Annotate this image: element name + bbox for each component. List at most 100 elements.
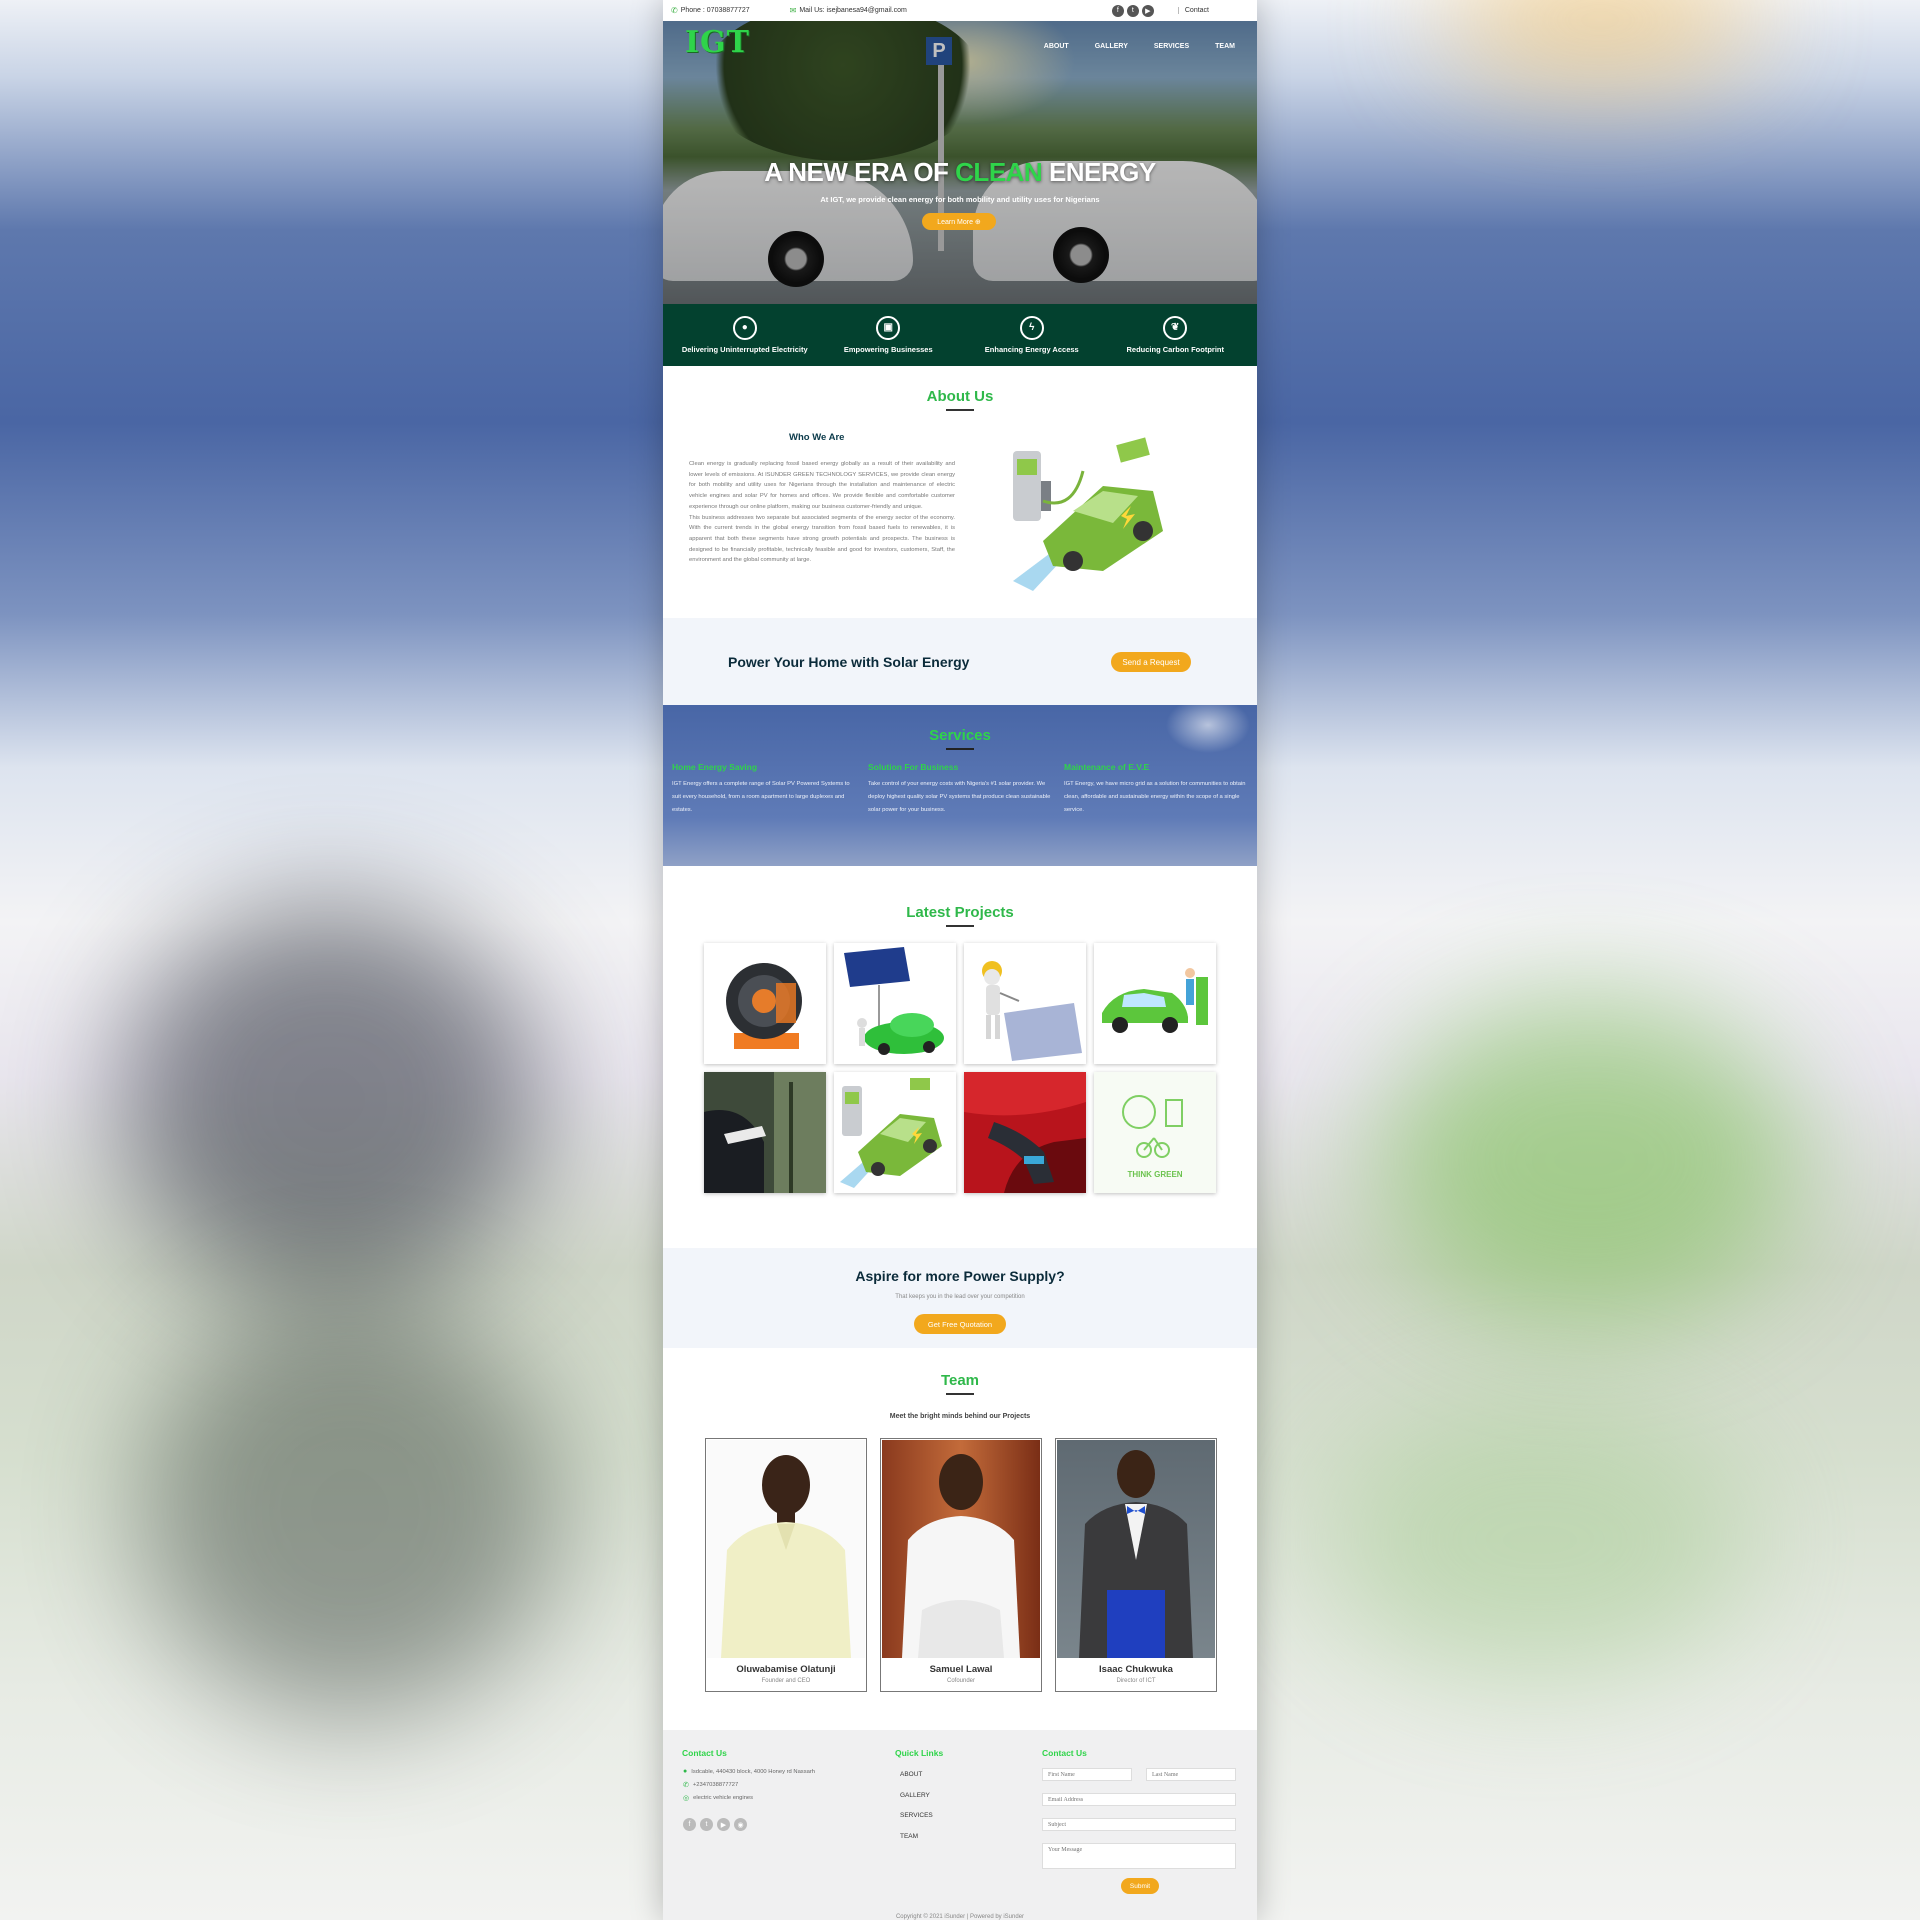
mail-info[interactable]: ✉ Mail Us: isejbanesa94@gmail.com (790, 6, 907, 15)
twitter-icon[interactable]: t (1126, 4, 1139, 17)
hero-title-part2: ENERGY (1042, 157, 1156, 187)
youtube-icon[interactable]: ▶ (717, 1818, 730, 1831)
services-section: Services Home Energy Saving IGT Energy o… (663, 705, 1257, 866)
feature-strip: ● Delivering Uninterrupted Electricity ▣… (663, 304, 1257, 366)
mail-text[interactable]: Mail Us: isejbanesa94@gmail.com (799, 7, 906, 14)
ev-charger-plug-image[interactable] (704, 1072, 826, 1193)
who-we-are-heading: Who We Are (789, 432, 845, 443)
solar-cta-title: Power Your Home with Solar Energy (728, 654, 970, 670)
service-text: Take control of your energy costs with N… (868, 781, 1051, 813)
team-member-photo (882, 1440, 1040, 1658)
footer-link-services[interactable]: SERVICES (900, 1812, 933, 1819)
about-text: Clean energy is gradually replacing foss… (689, 459, 955, 566)
feature-item: ▣ Empowering Businesses (823, 316, 953, 354)
feature-item: ● Delivering Uninterrupted Electricity (680, 316, 810, 354)
footer-phone: ✆ +2347038877727 (683, 1781, 738, 1789)
about-paragraph-1: Clean energy is gradually replacing foss… (689, 461, 955, 510)
contact-form-heading: Contact Us (1042, 1748, 1087, 1758)
background-blob (1330, 1400, 1750, 1680)
instagram-icon[interactable]: ◉ (734, 1818, 747, 1831)
get-free-quotation-button[interactable]: Get Free Quotation (914, 1314, 1006, 1334)
service-text: IGT Energy offers a complete range of So… (672, 781, 850, 813)
team-member-role: Founder and CEO (761, 1678, 811, 1684)
nav-gallery[interactable]: GALLERY (1095, 43, 1128, 50)
facebook-icon[interactable]: f (683, 1818, 696, 1831)
aspire-title: Aspire for more Power Supply? (855, 1268, 1065, 1284)
nav-team[interactable]: TEAM (1215, 43, 1235, 50)
service-item: Maintenance of E.V.E IGT Energy, we have… (1064, 762, 1248, 817)
service-text: IGT Energy, we have micro grid as a solu… (1064, 781, 1246, 813)
solar-cta-banner: Power Your Home with Solar Energy Send a… (663, 618, 1257, 705)
heading-underline (946, 748, 974, 750)
submit-button[interactable]: Submit (1121, 1878, 1159, 1894)
solar-installer-image[interactable] (964, 943, 1086, 1064)
ev-station-illustration[interactable] (834, 1072, 956, 1193)
team-member-photo (707, 1440, 865, 1658)
team-member-card[interactable]: Oluwabamise Olatunji Founder and CEO (705, 1438, 867, 1692)
top-contact-bar: ✆ Phone : 07038877727 ✉ Mail Us: isejban… (663, 0, 1257, 21)
team-member-name: Samuel Lawal (929, 1664, 993, 1675)
project-gallery: THINK GREEN (704, 943, 1216, 1193)
background-blob (120, 900, 540, 1300)
site-logo[interactable]: IGT (685, 25, 750, 60)
lightbulb-icon: ● (732, 316, 757, 340)
briefcase-icon: ▣ (876, 316, 901, 340)
feature-item: ❦ Reducing Carbon Footprint (1110, 316, 1240, 354)
footer-whatsapp: ◎ electric vehicle engines (683, 1794, 753, 1802)
nav-services[interactable]: SERVICES (1154, 43, 1189, 50)
green-car-charging-image[interactable] (1094, 943, 1216, 1064)
twitter-icon[interactable]: t (700, 1818, 713, 1831)
red-car-charging-image[interactable] (964, 1072, 1086, 1193)
about-heading: About Us (926, 388, 994, 405)
subject-input[interactable] (1042, 1818, 1236, 1831)
footer-link-gallery[interactable]: GALLERY (900, 1792, 930, 1799)
team-member-role: Director of ICT (1116, 1678, 1156, 1684)
phone-info: ✆ Phone : 07038877727 (671, 6, 750, 15)
feature-item: ϟ Enhancing Energy Access (967, 316, 1097, 354)
youtube-icon[interactable]: ▶ (1141, 4, 1154, 17)
leaf-icon: ❦ (1163, 316, 1188, 340)
footer-contact-heading: Contact Us (682, 1748, 727, 1758)
team-subtitle: Meet the bright minds behind our Project… (889, 1413, 1031, 1420)
message-textarea[interactable] (1042, 1843, 1236, 1869)
team-member-card[interactable]: Isaac Chukwuka Director of ICT (1055, 1438, 1217, 1692)
quick-links-heading: Quick Links (895, 1748, 944, 1758)
background-blob (140, 1300, 560, 1720)
think-green-image[interactable]: THINK GREEN (1094, 1072, 1216, 1193)
solar-panel-car-image[interactable] (834, 943, 956, 1064)
heading-underline (946, 409, 974, 411)
phone-icon: ✆ (683, 1782, 689, 1789)
top-contact-link[interactable]: Contact (1177, 7, 1209, 14)
background-blob (1380, 1000, 1800, 1320)
facebook-icon[interactable]: f (1111, 4, 1124, 17)
phone-text: Phone : 07038877727 (680, 7, 750, 14)
ev-charging-illustration (1013, 437, 1163, 591)
ev-motor-image[interactable] (704, 943, 826, 1064)
team-member-card[interactable]: Samuel Lawal Cofounder (880, 1438, 1042, 1692)
about-paragraph-2: This business addresses two separate but… (689, 514, 955, 564)
footer-link-team[interactable]: TEAM (900, 1833, 918, 1840)
feature-label: Delivering Uninterrupted Electricity (681, 345, 808, 354)
whatsapp-icon: ◎ (683, 1795, 690, 1802)
location-pin-icon: ● (683, 1768, 688, 1775)
think-green-label: THINK GREEN (1127, 1170, 1183, 1179)
service-title: Solution For Business (868, 762, 959, 772)
footer-whatsapp-text: electric vehicle engines (693, 1795, 754, 1801)
footer-link-about[interactable]: ABOUT (900, 1771, 922, 1778)
email-input[interactable] (1042, 1793, 1236, 1806)
lightning-icon: ϟ (1019, 316, 1044, 340)
learn-more-button[interactable]: Learn More ⊕ (922, 213, 996, 230)
background-blob (1440, 0, 1760, 80)
nav-about[interactable]: ABOUT (1044, 43, 1069, 50)
footer-social-links: f t ▶ ◉ (683, 1818, 747, 1831)
send-request-button[interactable]: Send a Request (1111, 652, 1191, 672)
first-name-input[interactable] (1042, 1768, 1132, 1781)
footer-phone-text: +2347038877727 (692, 1782, 739, 1788)
main-nav: ABOUT GALLERY SERVICES TEAM (1044, 43, 1235, 50)
hero-title-part1: A NEW ERA OF (764, 157, 956, 187)
phone-icon: ✆ (671, 6, 678, 15)
services-columns: Home Energy Saving IGT Energy offers a c… (672, 762, 1248, 817)
service-title: Home Energy Saving (672, 762, 758, 772)
last-name-input[interactable] (1146, 1768, 1236, 1781)
team-section: Team Meet the bright minds behind our Pr… (663, 1348, 1257, 1730)
